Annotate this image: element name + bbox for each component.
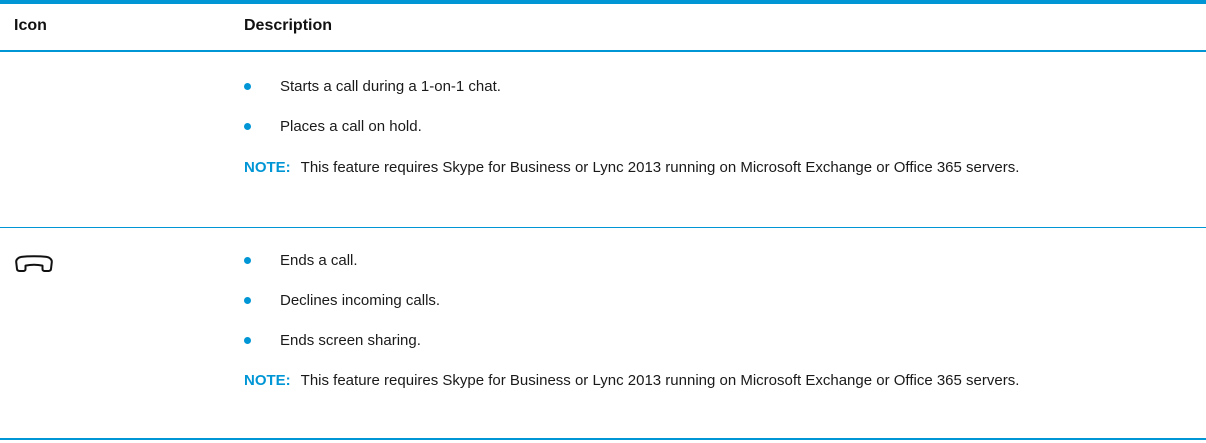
table-header-row: Icon Description	[0, 4, 1206, 52]
bullet-dot-icon	[244, 297, 251, 304]
note-text: This feature requires Skype for Business…	[300, 372, 1020, 389]
column-header-description: Description	[244, 17, 333, 34]
note: NOTE: This feature requires Skype for Bus…	[244, 369, 1174, 392]
column-header-icon: Icon	[14, 17, 47, 34]
note-label: NOTE:	[244, 159, 291, 176]
icon-cell	[14, 254, 214, 279]
list-item-text: Starts a call during a 1-on-1 chat.	[280, 78, 501, 95]
note: NOTE: This feature requires Skype for Bus…	[244, 156, 1174, 179]
note-text: This feature requires Skype for Business…	[300, 159, 1020, 176]
table-row: Ends a call. Declines incoming calls. En…	[0, 228, 1206, 440]
list-item-text: Declines incoming calls.	[280, 292, 441, 309]
table-row: Starts a call during a 1-on-1 chat. Plac…	[0, 52, 1206, 228]
icon-description-table: Icon Description Starts a call during a …	[0, 0, 1206, 443]
bullet-dot-icon	[244, 83, 251, 90]
bullet-dot-icon	[244, 257, 251, 264]
bullet-dot-icon	[244, 337, 251, 344]
bullet-dot-icon	[244, 123, 251, 130]
note-label: NOTE:	[244, 372, 291, 389]
list-item-text: Ends screen sharing.	[280, 332, 421, 349]
list-item-text: Places a call on hold.	[280, 118, 422, 135]
list-item-text: Ends a call.	[280, 252, 358, 269]
end-call-handset-icon	[15, 255, 53, 272]
